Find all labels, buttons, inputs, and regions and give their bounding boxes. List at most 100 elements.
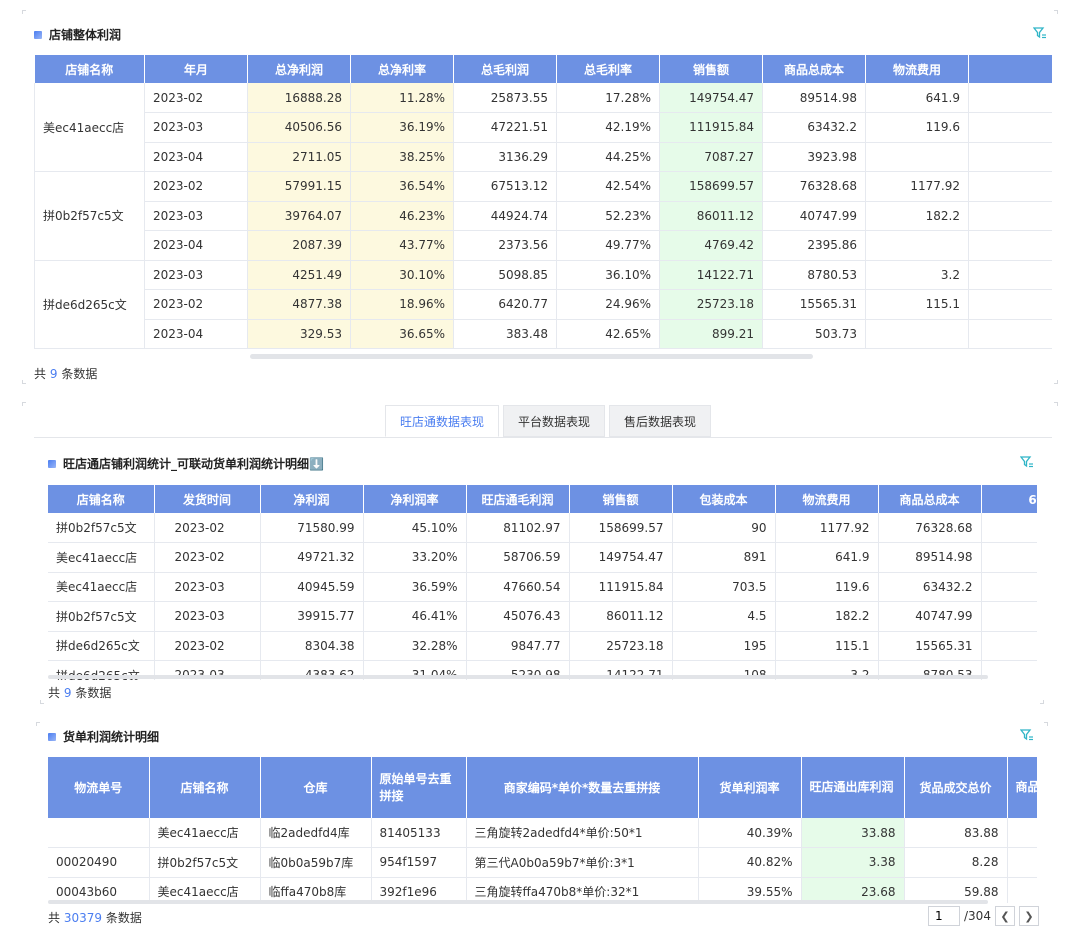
table-cell: 拼0b2f57c5文	[48, 601, 155, 632]
table-cell: 8.28	[904, 847, 1008, 878]
column-header[interactable]: 总净利率	[350, 55, 454, 83]
column-header[interactable]: 物流单号	[48, 757, 150, 818]
table-row[interactable]: 拼de6d265c文 2023-02 8304.38 32.28% 9847.77 257…	[48, 631, 1037, 661]
table-row: 2023-02 4877.38 18.96% 6420.77 24.96% 25723.1…	[35, 289, 1052, 320]
horizontal-scrollbar[interactable]	[250, 354, 813, 359]
filter-icon[interactable]	[1020, 729, 1034, 741]
table-cell	[865, 142, 969, 172]
table-row: 2023-04 2087.39 43.77% 2373.56 49.77% 4769.42…	[35, 230, 1052, 261]
column-header[interactable]: 商品总成本	[762, 55, 866, 83]
filter-icon[interactable]	[1020, 456, 1034, 468]
column-header[interactable]: 店铺名称	[34, 55, 145, 83]
column-header[interactable]: 发货时间	[154, 485, 261, 513]
corner-mark	[1044, 722, 1048, 726]
column-header[interactable]: 货品成交总价	[904, 757, 1008, 818]
column-header[interactable]: 原始单号去重拼接	[371, 757, 467, 818]
table-row: 2023-03 40506.56 36.19% 47221.51 42.19% 11191…	[35, 112, 1052, 143]
column-header[interactable]: 商品始	[1007, 757, 1037, 818]
column-header[interactable]: 仓库	[260, 757, 372, 818]
table-cell: 195	[672, 631, 776, 661]
section-icon	[34, 30, 42, 39]
table-cell: 25723.18	[659, 289, 763, 320]
column-header[interactable]: 物流费用	[865, 55, 969, 83]
column-header[interactable]: 商品总成本	[878, 485, 982, 513]
row-count: 共 9 条数据	[48, 684, 111, 701]
next-page-button[interactable]: ❯	[1018, 906, 1039, 926]
prev-page-button[interactable]: ❮	[994, 906, 1015, 926]
table-cell: 32.28%	[363, 631, 467, 661]
column-header[interactable]: 净利润率	[363, 485, 467, 513]
corner-mark	[22, 380, 26, 384]
table-cell: 115.1	[865, 289, 969, 320]
column-header[interactable]: 商家编码*单价*数量去重拼接	[466, 757, 699, 818]
column-header[interactable]: 销售额	[659, 55, 763, 83]
column-header[interactable]: 旺店通毛利润	[466, 485, 570, 513]
table-cell: 2023-02	[154, 513, 261, 543]
count-suffix: 条数据	[61, 367, 98, 381]
table-cell: 2023-02	[144, 171, 248, 202]
table-cell: 39764.07	[247, 201, 351, 231]
table-row[interactable]: 拼0b2f57c5文 2023-02 71580.99 45.10% 81102.97 1…	[48, 513, 1037, 543]
column-header[interactable]: 包装成本	[672, 485, 776, 513]
table-row: 拼0b2f57c5文 2023-02 57991.15 36.54% 67513.12 4…	[34, 171, 1052, 261]
table-row[interactable]: 美ec41aecc店 2023-03 40945.59 36.59% 47660.54 1…	[48, 572, 1037, 602]
tab-aftersales[interactable]: 售后数据表现	[609, 405, 712, 437]
page-input[interactable]	[928, 906, 960, 926]
column-header[interactable]: 6个点	[981, 485, 1037, 513]
column-header[interactable]: 包装成本	[968, 55, 1052, 83]
table-cell: 4.5	[968, 201, 1052, 231]
table-cell: 891	[968, 83, 1052, 113]
table-cell: 4.5	[672, 601, 776, 632]
column-header[interactable]: 货单利润率	[698, 757, 802, 818]
column-header[interactable]: 店铺名称	[149, 757, 261, 818]
table-cell: 36.59%	[363, 572, 467, 602]
horizontal-scrollbar[interactable]	[48, 675, 988, 679]
table-cell: 16888.28	[247, 83, 351, 113]
row-count: 共 9 条数据	[34, 365, 97, 382]
table-cell: 6420.77	[453, 289, 557, 320]
table-row[interactable]: 美ec41aecc店 2023-02 49721.32 33.20% 58706.59 1…	[48, 542, 1037, 573]
table-cell: 2023-03	[144, 201, 248, 231]
filter-icon[interactable]	[1033, 27, 1047, 39]
table-cell: 503.73	[762, 319, 866, 349]
table-cell: 149754.47	[659, 83, 763, 113]
table-cell	[1007, 847, 1037, 878]
table-row[interactable]: 00020490 拼0b2f57c5文 临0b0a59b7库 954f1597 第三代A…	[48, 847, 1037, 878]
table-cell: 3923.98	[762, 142, 866, 172]
store-profit-table-wrap: 店铺名称年月总净利润总净利率总毛利润总毛利率销售额商品总成本物流费用包装成本 美…	[34, 55, 1052, 351]
column-header[interactable]: 旺店通出库利润	[801, 757, 905, 818]
table-row[interactable]: 美ec41aecc店 临2adedfd4库 81405133 三角旋转2adedfd4…	[48, 818, 1037, 848]
column-header[interactable]: 总净利润	[247, 55, 351, 83]
table-cell: 158699.57	[569, 513, 673, 543]
table-cell: 42.54%	[556, 171, 660, 202]
table-cell: 00020490	[48, 847, 150, 878]
table-cell: 3136.29	[453, 142, 557, 172]
table-cell: 86011.12	[659, 201, 763, 231]
table-cell: 58706.59	[466, 542, 570, 573]
column-header[interactable]: 总毛利率	[556, 55, 660, 83]
table-cell: 2023-03	[144, 112, 248, 143]
table-cell: 40747.99	[762, 201, 866, 231]
column-header[interactable]: 总毛利润	[453, 55, 557, 83]
column-header[interactable]: 年月	[144, 55, 248, 83]
table-cell: 195	[968, 289, 1052, 320]
wdt-profit-table-wrap: 店铺名称发货时间净利润净利润率旺店通毛利润销售额包装成本物流费用商品总成本6个点…	[48, 485, 1037, 680]
column-header[interactable]: 店铺名称	[48, 485, 155, 513]
table-cell: 15565.31	[878, 631, 982, 661]
table-row[interactable]: 拼0b2f57c5文 2023-03 39915.77 46.41% 45076.43 8…	[48, 601, 1037, 632]
tab-wangdiantong[interactable]: 旺店通数据表现	[385, 405, 500, 437]
table-cell: 3.38	[801, 847, 905, 878]
column-header[interactable]: 净利润	[260, 485, 364, 513]
table-cell: 703.5	[672, 572, 776, 602]
table-cell	[981, 660, 1037, 680]
table-cell: 40747.99	[878, 601, 982, 632]
table-cell: 83.88	[904, 818, 1008, 848]
table-cell: 891	[672, 542, 776, 573]
table-cell: 71580.99	[260, 513, 364, 543]
tab-platform[interactable]: 平台数据表现	[503, 405, 606, 437]
column-header[interactable]: 物流费用	[775, 485, 879, 513]
column-header[interactable]: 销售额	[569, 485, 673, 513]
table-cell: 63432.2	[878, 572, 982, 602]
store-profit-table: 店铺名称年月总净利润总净利率总毛利润总毛利率销售额商品总成本物流费用包装成本 美…	[34, 55, 1052, 349]
horizontal-scrollbar[interactable]	[48, 900, 988, 904]
